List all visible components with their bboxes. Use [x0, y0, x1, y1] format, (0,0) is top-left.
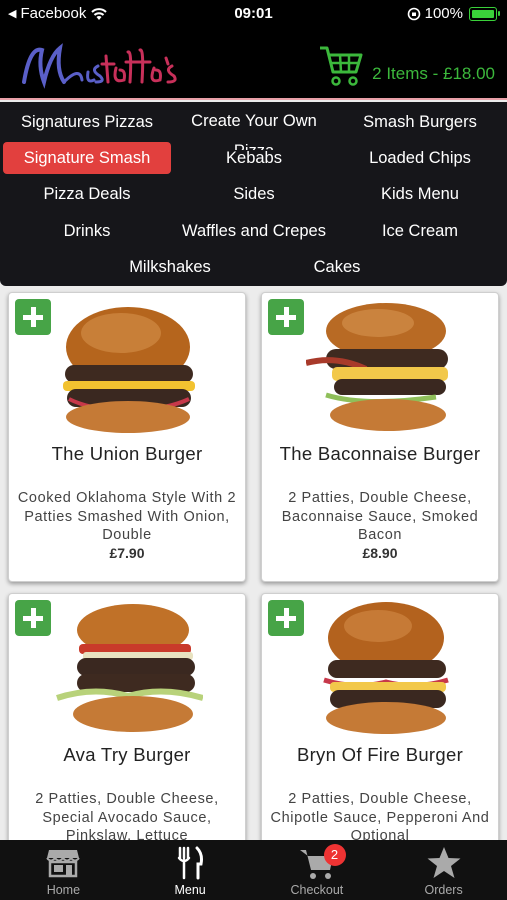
category-sides[interactable]: Sides: [170, 178, 338, 210]
burger-image: [306, 303, 448, 431]
cart-summary: 2 Items - £18.00: [372, 64, 495, 83]
nav-checkout[interactable]: 2 Checkout: [254, 840, 381, 900]
add-to-cart-button[interactable]: [268, 299, 304, 335]
category-smash-burgers[interactable]: Smash Burgers: [336, 106, 504, 138]
checkout-badge: 2: [323, 844, 346, 866]
product-name: Bryn Of Fire Burger: [296, 744, 464, 765]
store-icon: [46, 850, 81, 878]
product-name: Ava Try Burger: [63, 744, 191, 765]
nav-checkout-label: Checkout: [290, 883, 344, 897]
category-signatures-pizzas[interactable]: Signatures Pizzas: [3, 106, 171, 138]
category-menu: Signatures Pizzas Create Your Own Pizza …: [0, 102, 507, 286]
status-bar: ◀ Facebook 09:01 100%: [0, 0, 507, 28]
app-header: 2 Items - £18.00: [0, 28, 507, 100]
battery-percent: 100%: [424, 5, 463, 22]
category-drinks[interactable]: Drinks: [3, 215, 171, 247]
burger-image: [323, 602, 449, 734]
product-name: The Baconnaise Burger: [279, 443, 481, 464]
nav-menu-label: Menu: [174, 883, 206, 897]
product-price: £8.90: [362, 545, 398, 561]
header-cart[interactable]: 2 Items - £18.00: [318, 44, 495, 88]
category-waffles-and-crepes[interactable]: Waffles and Crepes: [170, 215, 338, 247]
product-card[interactable]: Ava Try Burger 2 Patties, Double Cheese,…: [8, 593, 246, 840]
orientation-lock-icon: [407, 7, 420, 20]
category-ice-cream[interactable]: Ice Cream: [336, 215, 504, 247]
burger-image: [63, 307, 195, 433]
product-card[interactable]: The Baconnaise Burger 2 Patties, Double …: [261, 292, 499, 582]
category-milkshakes[interactable]: Milkshakes: [86, 251, 254, 283]
product-grid: The Union Burger Cooked Oklahoma Style W…: [0, 286, 507, 840]
product-description: Cooked Oklahoma Style With 2 Patties Sma…: [17, 490, 237, 543]
category-kebabs[interactable]: Kebabs: [170, 142, 338, 174]
product-description: 2 Patties, Double Cheese, Baconnaise Sau…: [281, 490, 479, 543]
nav-orders[interactable]: Orders: [380, 840, 507, 900]
nav-home-label: Home: [46, 883, 81, 897]
product-description: 2 Patties, Double Cheese, Special Avocad…: [35, 791, 219, 840]
add-to-cart-button[interactable]: [15, 600, 51, 636]
nav-home[interactable]: Home: [0, 840, 127, 900]
product-card[interactable]: The Union Burger Cooked Oklahoma Style W…: [8, 292, 246, 582]
nav-orders-label: Orders: [424, 883, 463, 897]
product-name: The Union Burger: [51, 443, 203, 464]
brand-logo[interactable]: [20, 36, 180, 94]
category-pizza-deals[interactable]: Pizza Deals: [3, 178, 171, 210]
category-cakes[interactable]: Cakes: [253, 251, 421, 283]
battery-icon: [469, 6, 500, 21]
product-description: 2 Patties, Double Cheese, Chipotle Sauce…: [270, 791, 490, 840]
cart-icon: [320, 46, 363, 86]
category-kids-menu[interactable]: Kids Menu: [336, 178, 504, 210]
nav-menu[interactable]: Menu: [127, 840, 254, 900]
star-icon: [427, 847, 461, 878]
product-card[interactable]: Bryn Of Fire Burger 2 Patties, Double Ch…: [261, 593, 499, 840]
category-signature-smash[interactable]: Signature Smash: [3, 142, 171, 174]
bottom-nav: Home Menu 2 Checkout Orders: [0, 840, 507, 900]
cutlery-icon: [177, 846, 204, 880]
add-to-cart-button[interactable]: [15, 299, 51, 335]
add-to-cart-button[interactable]: [268, 600, 304, 636]
category-loaded-chips[interactable]: Loaded Chips: [336, 142, 504, 174]
burger-image: [56, 604, 203, 732]
product-price: £7.90: [109, 545, 145, 561]
